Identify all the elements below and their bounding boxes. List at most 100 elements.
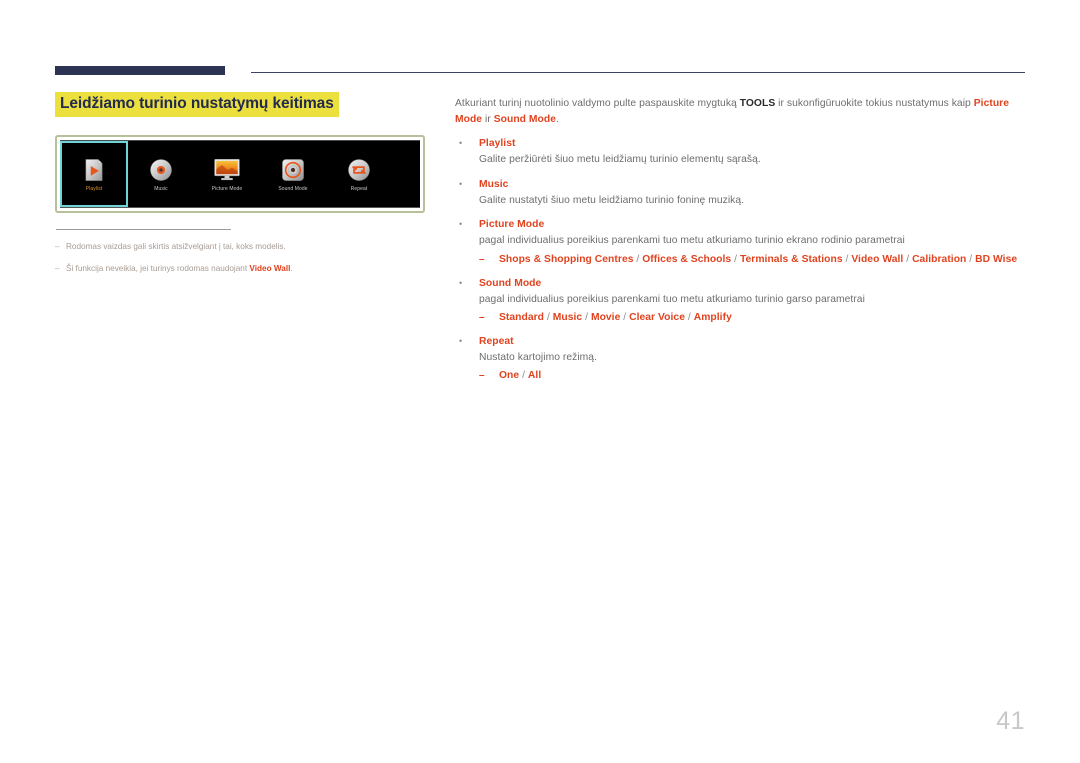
setting-title-row: • Repeat (455, 334, 1025, 349)
sound-mode-speaker-icon (279, 156, 307, 184)
note-dash: – (55, 241, 60, 251)
setting-title-row: • Playlist (455, 136, 1025, 151)
notes-divider (56, 228, 231, 230)
menu-item-label: Repeat (350, 185, 368, 192)
setting-title: Repeat (479, 336, 514, 348)
setting-description: Nustato kartojimo režimą. (479, 352, 597, 364)
setting-title: Playlist (479, 138, 516, 150)
setting-description: pagal individualius poreikius parenkami … (479, 293, 865, 305)
sub-dash-marker: – (479, 312, 485, 324)
setting-options-row: – Standard / Music / Movie / Clear Voice … (479, 311, 1025, 325)
note-text: Rodomas vaizdas gali skirtis atsižvelgia… (66, 241, 425, 252)
menu-item-label: Sound Mode (278, 185, 308, 192)
option-separator: / (582, 312, 591, 324)
note-text-body: Rodomas vaizdas gali skirtis atsižvelgia… (66, 241, 286, 251)
setting-option: BD Wise (975, 253, 1018, 265)
setting-option: All (527, 370, 542, 382)
device-menu-screen: Playlist Music Picture Mode Sound Mode R… (60, 139, 420, 208)
playlist-file-play-icon (80, 156, 108, 184)
bullet-marker-icon: • (459, 219, 463, 230)
repeat-loop-icon (345, 156, 373, 184)
menu-item-playlist[interactable]: Playlist (60, 140, 128, 207)
setting-option: Standard (499, 312, 545, 324)
header-rule-group (55, 66, 1025, 78)
setting-title-row: • Music (455, 177, 1025, 192)
setting-option: One (499, 370, 520, 382)
sound-mode-term: Sound Mode (493, 113, 557, 125)
menu-item-music[interactable]: Music (128, 141, 194, 207)
setting-option: Offices & Schools (642, 253, 732, 265)
option-separator: / (966, 253, 976, 265)
option-separator: / (685, 312, 694, 324)
setting-option: Video Wall (851, 253, 904, 265)
setting-option: Shops & Shopping Centres (499, 253, 634, 265)
music-disc-icon (147, 156, 175, 184)
option-separator: / (620, 312, 630, 324)
picture-mode-monitor-icon (213, 156, 241, 184)
setting-options-list: One / All (499, 369, 541, 383)
bullet-marker-icon: • (459, 277, 463, 288)
note-text: Ši funkcija neveikia, jei turinys rodoma… (66, 263, 425, 274)
setting-option: Amplify (693, 312, 732, 324)
setting-entry-sound-mode: • Sound Mode pagal individualius poreikius… (455, 276, 1025, 325)
note-text-tail: . (290, 263, 293, 273)
bullet-marker-icon: • (459, 138, 463, 149)
right-column: Atkuriant turinį nuotolinio valdymo pult… (455, 96, 1025, 383)
setting-title-row: • Picture Mode (455, 217, 1025, 232)
note-item: – Rodomas vaizdas gali skirtis atsižvelgi… (55, 241, 425, 252)
intro-paragraph: Atkuriant turinį nuotolinio valdymo pult… (455, 96, 1025, 127)
option-separator: / (519, 370, 528, 382)
option-separator: / (544, 312, 553, 324)
intro-text-part1: Atkuriant turinį nuotolinio valdymo pult… (455, 98, 740, 109)
header-rule-thin (251, 72, 1025, 73)
setting-options-list: Standard / Music / Movie / Clear Voice /… (499, 311, 732, 325)
left-column: Leidžiamo turinio nustatymų keitimas Pla… (55, 92, 425, 274)
setting-option: Music (552, 312, 583, 324)
setting-options-row: – One / All (479, 369, 1025, 383)
manual-page: Leidžiamo turinio nustatymų keitimas Pla… (0, 0, 1080, 763)
bullet-marker-icon: • (459, 336, 463, 347)
setting-entry-playlist: • Playlist Galite peržiūrėti šiuo metu lei… (455, 136, 1025, 167)
device-menu-items: Playlist Music Picture Mode Sound Mode R… (60, 140, 420, 207)
setting-description: pagal individualius poreikius parenkami … (479, 235, 905, 247)
menu-item-sound-mode[interactable]: Sound Mode (260, 141, 326, 207)
sub-dash-marker: – (479, 370, 485, 382)
setting-description: Galite peržiūrėti šiuo metu leidžiamų tu… (479, 154, 761, 166)
menu-item-label: Music (154, 185, 168, 192)
setting-option: Movie (590, 312, 621, 324)
setting-title: Sound Mode (479, 277, 542, 289)
header-rule-thick (55, 66, 225, 75)
bullet-marker-icon: • (459, 178, 463, 189)
setting-entry-music: • Music Galite nustatyti šiuo metu leidžia… (455, 177, 1025, 208)
tools-button-name: TOOLS (739, 98, 776, 109)
page-number: 41 (996, 707, 1025, 735)
device-menu-screenshot: Playlist Music Picture Mode Sound Mode R… (55, 134, 425, 213)
page-title: Leidžiamo turinio nustatymų keitimas (55, 92, 339, 117)
setting-title-row: • Sound Mode (455, 276, 1025, 291)
note-item: – Ši funkcija neveikia, jei turinys rodom… (55, 263, 425, 274)
setting-description: Galite nustatyti šiuo metu leidžiamo tur… (479, 194, 745, 206)
option-separator: / (903, 253, 913, 265)
intro-text-part3: ir (482, 113, 494, 125)
notes-list: – Rodomas vaizdas gali skirtis atsižvelgi… (55, 241, 425, 274)
setting-title: Picture Mode (479, 219, 545, 231)
note-dash: – (55, 263, 60, 273)
note-highlight-term: Video Wall (249, 263, 291, 273)
menu-item-label: Playlist (85, 185, 103, 192)
option-separator: / (731, 253, 740, 265)
setting-option: Terminals & Stations (739, 253, 843, 265)
intro-text-part4: . (556, 113, 559, 125)
menu-item-repeat[interactable]: Repeat (326, 141, 392, 207)
menu-item-label: Picture Mode (211, 185, 243, 192)
option-separator: / (633, 253, 643, 265)
intro-text-part2: ir sukonfigūruokite tokius nustatymus ka… (775, 98, 974, 109)
setting-option: Calibration (912, 253, 967, 265)
setting-options-row: – Shops & Shopping Centres / Offices & Sc… (479, 253, 1025, 267)
note-text-body: Ši funkcija neveikia, jei turinys rodoma… (66, 263, 250, 273)
menu-item-picture-mode[interactable]: Picture Mode (194, 141, 260, 207)
setting-option: Clear Voice (629, 312, 685, 324)
setting-title: Music (479, 178, 509, 190)
setting-entry-repeat: • Repeat Nustato kartojimo režimą. – One / A… (455, 334, 1025, 383)
setting-entry-picture-mode: • Picture Mode pagal individualius poreiki… (455, 217, 1025, 266)
settings-bullet-list: • Playlist Galite peržiūrėti šiuo metu lei… (455, 136, 1025, 383)
